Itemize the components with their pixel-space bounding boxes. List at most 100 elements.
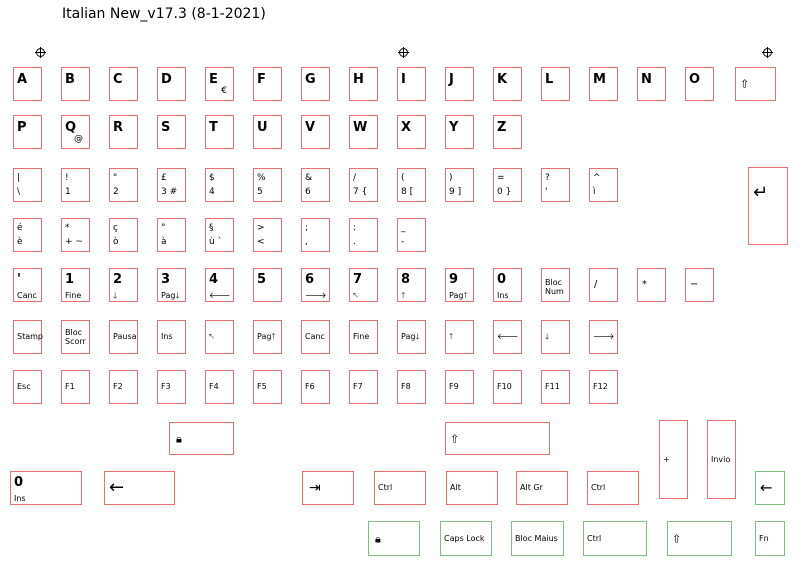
key-numpad-op[interactable]: * <box>637 268 666 302</box>
key-number[interactable]: = 0 } <box>493 168 522 202</box>
key-function[interactable]: F3 <box>157 370 186 404</box>
key-nav[interactable]: 🡐 <box>493 320 522 354</box>
key-letter[interactable]: O <box>685 67 714 101</box>
key-function[interactable]: F10 <box>493 370 522 404</box>
key-number[interactable]: (8 [ <box>397 168 426 202</box>
key-nav[interactable]: 🡔 <box>205 320 234 354</box>
key-shift-wide[interactable]: ⇧ <box>445 422 550 455</box>
key-number[interactable]: & 6 <box>301 168 330 202</box>
key-enter[interactable]: ↵ <box>748 167 788 245</box>
key-numpad[interactable]: 5 <box>253 268 282 302</box>
key-number[interactable]: " 2 <box>109 168 138 202</box>
key-letter[interactable]: Q @ <box>61 115 90 149</box>
key-symbol[interactable]: ;, <box>301 218 330 252</box>
key-letter[interactable]: H <box>349 67 378 101</box>
key-numpad[interactable]: 8 🡑 <box>397 268 426 302</box>
key-letter[interactable]: B <box>61 67 90 101</box>
key-tab[interactable]: ⇥ <box>302 471 354 505</box>
key-numpad[interactable]: 9 Pag🡑 <box>445 268 474 302</box>
key-zero-ins[interactable]: 0 Ins <box>10 471 82 505</box>
key-letter[interactable]: Z <box>493 115 522 149</box>
key-nav[interactable]: Stamp <box>13 320 43 354</box>
key-lock-green[interactable]: 🔒︎ <box>368 521 420 556</box>
key-invio[interactable]: Invio <box>707 420 736 499</box>
key-symbol[interactable]: éè <box>13 218 42 252</box>
key-number[interactable]: / 7 { <box>349 168 378 202</box>
key-letter[interactable]: L <box>541 67 570 101</box>
key-function[interactable]: F1 <box>61 370 90 404</box>
key-backspace[interactable]: ← <box>104 471 175 505</box>
key-letter[interactable]: X <box>397 115 426 149</box>
key-letter[interactable]: S <box>157 115 186 149</box>
key-symbol[interactable]: _ - <box>397 218 426 252</box>
key-number[interactable]: ? ' <box>541 168 570 202</box>
key-number[interactable]: $4 <box>205 168 234 202</box>
key-function[interactable]: Esc <box>13 370 42 404</box>
key-letter[interactable]: J <box>445 67 474 101</box>
key-nav[interactable]: Canc <box>301 320 330 354</box>
key-symbol[interactable]: çò <box>109 218 138 252</box>
key-number[interactable]: ) 9 ] <box>445 168 474 202</box>
key-number[interactable]: £3 # <box>157 168 186 202</box>
key-numpad[interactable]: 6 🡒 <box>301 268 330 302</box>
key-alt[interactable]: Alt <box>446 471 498 505</box>
key-numpad[interactable]: 0 Ins <box>493 268 522 302</box>
key-numpad[interactable]: 1 Fine <box>61 268 90 302</box>
key-nav[interactable]: Fine <box>349 320 378 354</box>
key-shift[interactable]: ⇧ <box>735 67 776 101</box>
key-ctrl-green[interactable]: Ctrl <box>583 521 647 556</box>
key-nav[interactable]: 🡓 <box>541 320 570 354</box>
key-letter[interactable]: F <box>253 67 282 101</box>
key-letter[interactable]: U <box>253 115 282 149</box>
key-letter[interactable]: M <box>589 67 618 101</box>
key-function[interactable]: F4 <box>205 370 234 404</box>
key-nav[interactable]: Pag🡓 <box>397 320 426 354</box>
key-letter[interactable]: D <box>157 67 186 101</box>
key-letter[interactable]: W <box>349 115 378 149</box>
key-nav[interactable]: Pausa <box>109 320 138 354</box>
key-letter[interactable]: I <box>397 67 426 101</box>
key-alt-gr[interactable]: Alt Gr <box>516 471 568 505</box>
key-function[interactable]: F12 <box>589 370 618 404</box>
key-function[interactable]: F8 <box>397 370 426 404</box>
key-nav[interactable]: Ins <box>157 320 186 354</box>
key-function[interactable]: F11 <box>541 370 570 404</box>
key-letter[interactable]: A <box>13 67 42 101</box>
key-letter[interactable]: V <box>301 115 330 149</box>
key-shift-green[interactable]: ⇧ <box>667 521 732 556</box>
key-letter[interactable]: R <box>109 115 138 149</box>
key-function[interactable]: F7 <box>349 370 378 404</box>
key-letter[interactable]: E € <box>205 67 234 101</box>
key-symbol[interactable]: * + ~ <box>61 218 90 252</box>
key-left-lock[interactable]: 🔒︎ <box>169 422 234 455</box>
key-function[interactable]: F9 <box>445 370 474 404</box>
key-letter[interactable]: K <box>493 67 522 101</box>
key-numpad[interactable]: 3 Pag🡓 <box>157 268 186 302</box>
key-number[interactable]: % 5 <box>253 168 282 202</box>
key-numpad[interactable]: 2 🡓 <box>109 268 138 302</box>
key-nav[interactable]: 🡒 <box>589 320 618 354</box>
key-symbol[interactable]: § ù ` <box>205 218 234 252</box>
key-nav[interactable]: Pag🡑 <box>253 320 282 354</box>
key-numpad-plus[interactable]: + <box>659 420 688 499</box>
key-letter[interactable]: P <box>13 115 42 149</box>
key-symbol[interactable]: ° à <box>157 218 186 252</box>
key-function[interactable]: F2 <box>109 370 138 404</box>
key-function[interactable]: F6 <box>301 370 330 404</box>
key-backspace-small[interactable]: ← <box>755 471 785 505</box>
key-function[interactable]: F5 <box>253 370 282 404</box>
key-number[interactable]: | \ <box>13 168 42 202</box>
key-letter[interactable]: C <box>109 67 138 101</box>
key-numpad-op[interactable]: − <box>685 268 714 302</box>
key-numpad[interactable]: ' Canc <box>13 268 42 302</box>
key-caps-lock[interactable]: Caps Lock <box>440 521 492 556</box>
key-bloc-maius[interactable]: Bloc Maius <box>511 521 564 556</box>
key-letter[interactable]: N <box>637 67 666 101</box>
key-symbol[interactable]: > < <box>253 218 282 252</box>
key-bloc-num[interactable]: Bloc Num <box>541 268 570 302</box>
key-ctrl-right[interactable]: Ctrl <box>587 471 639 505</box>
key-letter[interactable]: Y <box>445 115 474 149</box>
key-numpad-op[interactable]: / <box>589 268 618 302</box>
key-ctrl[interactable]: Ctrl <box>374 471 426 505</box>
key-nav[interactable]: 🡑 <box>445 320 474 354</box>
